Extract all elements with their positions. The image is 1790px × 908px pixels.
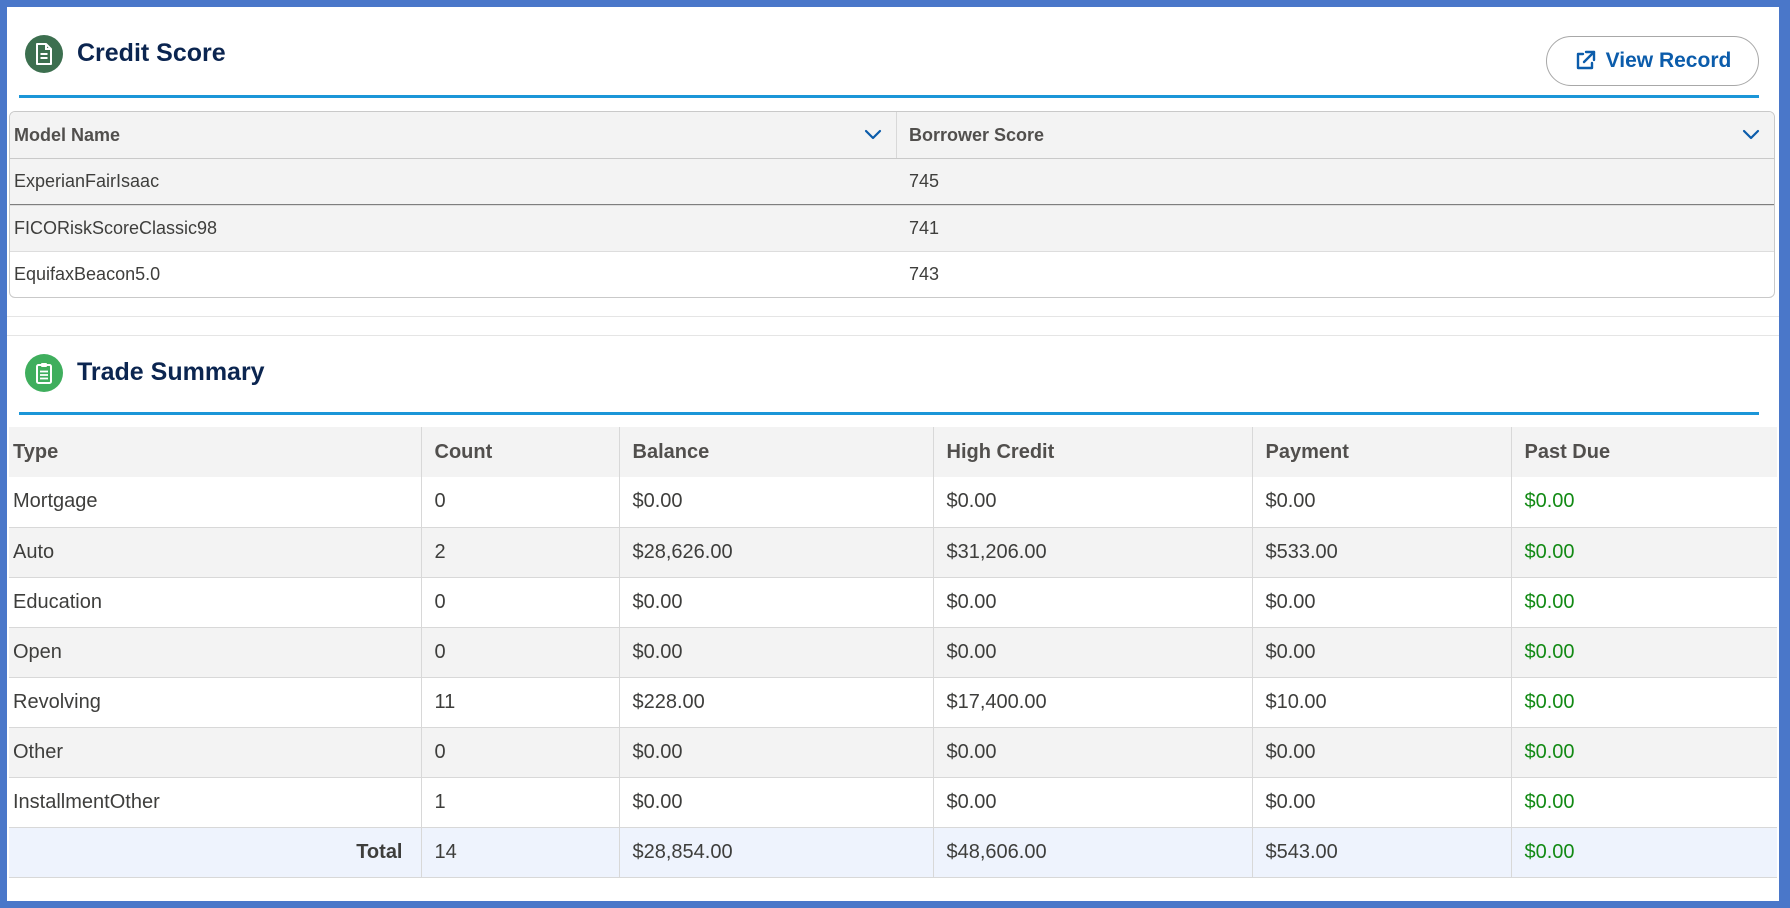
credit-score-table: Model Name Borrower Score ExperianFairIs… (9, 111, 1775, 298)
trade-summary-table: Type Count Balance High Credit Payment P… (9, 427, 1777, 878)
payment-cell: $0.00 (1252, 627, 1512, 678)
type-cell: Revolving (9, 677, 422, 728)
high-credit-cell: $31,206.00 (933, 527, 1253, 578)
table-row: Other 0 $0.00 $0.00 $0.00 $0.00 (9, 727, 1777, 778)
chevron-down-icon[interactable] (864, 129, 882, 141)
model-name-cell: EquifaxBeacon5.0 (14, 264, 161, 284)
external-link-icon (1576, 50, 1595, 70)
table-row: InstallmentOther 1 $0.00 $0.00 $0.00 $0.… (9, 777, 1777, 828)
view-record-button[interactable]: View Record (1546, 36, 1759, 86)
document-icon (25, 34, 63, 73)
chevron-down-icon[interactable] (1742, 129, 1760, 141)
borrower-score-cell: 745 (909, 171, 940, 191)
past-due-cell: $0.00 (1511, 727, 1777, 778)
type-cell: Education (9, 577, 422, 628)
column-header-balance: Balance (619, 427, 934, 477)
balance-cell: $0.00 (619, 727, 934, 778)
count-cell: 0 (421, 577, 620, 628)
table-row[interactable]: EquifaxBeacon5.0 743 (10, 251, 1774, 297)
high-credit-cell: $0.00 (933, 477, 1253, 528)
borrower-score-cell: 741 (909, 218, 940, 238)
count-cell: 0 (421, 727, 620, 778)
count-cell: 0 (421, 627, 620, 678)
balance-cell: $0.00 (619, 577, 934, 628)
balance-cell: $228.00 (619, 677, 934, 728)
balance-cell: $28,626.00 (619, 527, 934, 578)
column-header-payment: Payment (1252, 427, 1512, 477)
table-row: Open 0 $0.00 $0.00 $0.00 $0.00 (9, 627, 1777, 678)
total-high-credit-cell: $48,606.00 (933, 827, 1253, 878)
type-cell: Other (9, 727, 422, 778)
column-header-type: Type (9, 427, 422, 477)
total-payment-cell: $543.00 (1252, 827, 1512, 878)
total-label: Total (9, 827, 422, 878)
payment-cell: $533.00 (1252, 527, 1512, 578)
count-cell: 0 (421, 477, 620, 528)
trade-summary-title: Trade Summary (77, 358, 265, 386)
trade-summary-header: Trade Summary (19, 333, 1759, 415)
total-balance-cell: $28,854.00 (619, 827, 934, 878)
credit-report-frame: Credit Score View Record Model Name Borr… (7, 7, 1779, 901)
high-credit-cell: $0.00 (933, 727, 1253, 778)
model-name-cell: FICORiskScoreClassic98 (14, 218, 218, 238)
column-header-borrower-score[interactable]: Borrower Score (897, 112, 1774, 158)
high-credit-cell: $0.00 (933, 627, 1253, 678)
past-due-cell: $0.00 (1511, 577, 1777, 628)
credit-score-table-header: Model Name Borrower Score (10, 112, 1774, 159)
past-due-cell: $0.00 (1511, 477, 1777, 528)
high-credit-cell: $17,400.00 (933, 677, 1253, 728)
total-past-due-cell: $0.00 (1511, 827, 1777, 878)
past-due-cell: $0.00 (1511, 777, 1777, 828)
column-header-past-due: Past Due (1511, 427, 1777, 477)
payment-cell: $0.00 (1252, 577, 1512, 628)
balance-cell: $0.00 (619, 477, 934, 528)
payment-cell: $0.00 (1252, 477, 1512, 528)
column-header-count: Count (421, 427, 620, 477)
type-cell: Open (9, 627, 422, 678)
table-row: Mortgage 0 $0.00 $0.00 $0.00 $0.00 (9, 477, 1777, 528)
past-due-cell: $0.00 (1511, 627, 1777, 678)
count-cell: 11 (421, 677, 620, 728)
table-row: Education 0 $0.00 $0.00 $0.00 $0.00 (9, 577, 1777, 628)
payment-cell: $0.00 (1252, 727, 1512, 778)
view-record-label: View Record (1605, 49, 1732, 72)
table-row[interactable]: ExperianFairIsaac 745 (10, 159, 1774, 205)
type-cell: Mortgage (9, 477, 422, 528)
divider (7, 316, 1779, 317)
credit-score-title: Credit Score (77, 39, 226, 67)
balance-cell: $0.00 (619, 777, 934, 828)
borrower-score-cell: 743 (909, 264, 940, 284)
column-header-high-credit: High Credit (933, 427, 1253, 477)
table-row[interactable]: FICORiskScoreClassic98 741 (10, 205, 1774, 251)
type-cell: InstallmentOther (9, 777, 422, 828)
table-row: Auto 2 $28,626.00 $31,206.00 $533.00 $0.… (9, 527, 1777, 578)
trade-summary-header-row: Type Count Balance High Credit Payment P… (9, 427, 1777, 477)
balance-cell: $0.00 (619, 627, 934, 678)
model-name-cell: ExperianFairIsaac (14, 171, 160, 191)
total-count-cell: 14 (421, 827, 620, 878)
past-due-cell: $0.00 (1511, 527, 1777, 578)
clipboard-icon (25, 353, 63, 392)
total-row: Total 14 $28,854.00 $48,606.00 $543.00 $… (9, 827, 1777, 878)
table-row: Revolving 11 $228.00 $17,400.00 $10.00 $… (9, 677, 1777, 728)
payment-cell: $10.00 (1252, 677, 1512, 728)
payment-cell: $0.00 (1252, 777, 1512, 828)
high-credit-cell: $0.00 (933, 577, 1253, 628)
count-cell: 1 (421, 777, 620, 828)
column-header-model-name[interactable]: Model Name (10, 112, 897, 158)
type-cell: Auto (9, 527, 422, 578)
past-due-cell: $0.00 (1511, 677, 1777, 728)
count-cell: 2 (421, 527, 620, 578)
credit-score-header: Credit Score View Record (19, 12, 1759, 98)
high-credit-cell: $0.00 (933, 777, 1253, 828)
